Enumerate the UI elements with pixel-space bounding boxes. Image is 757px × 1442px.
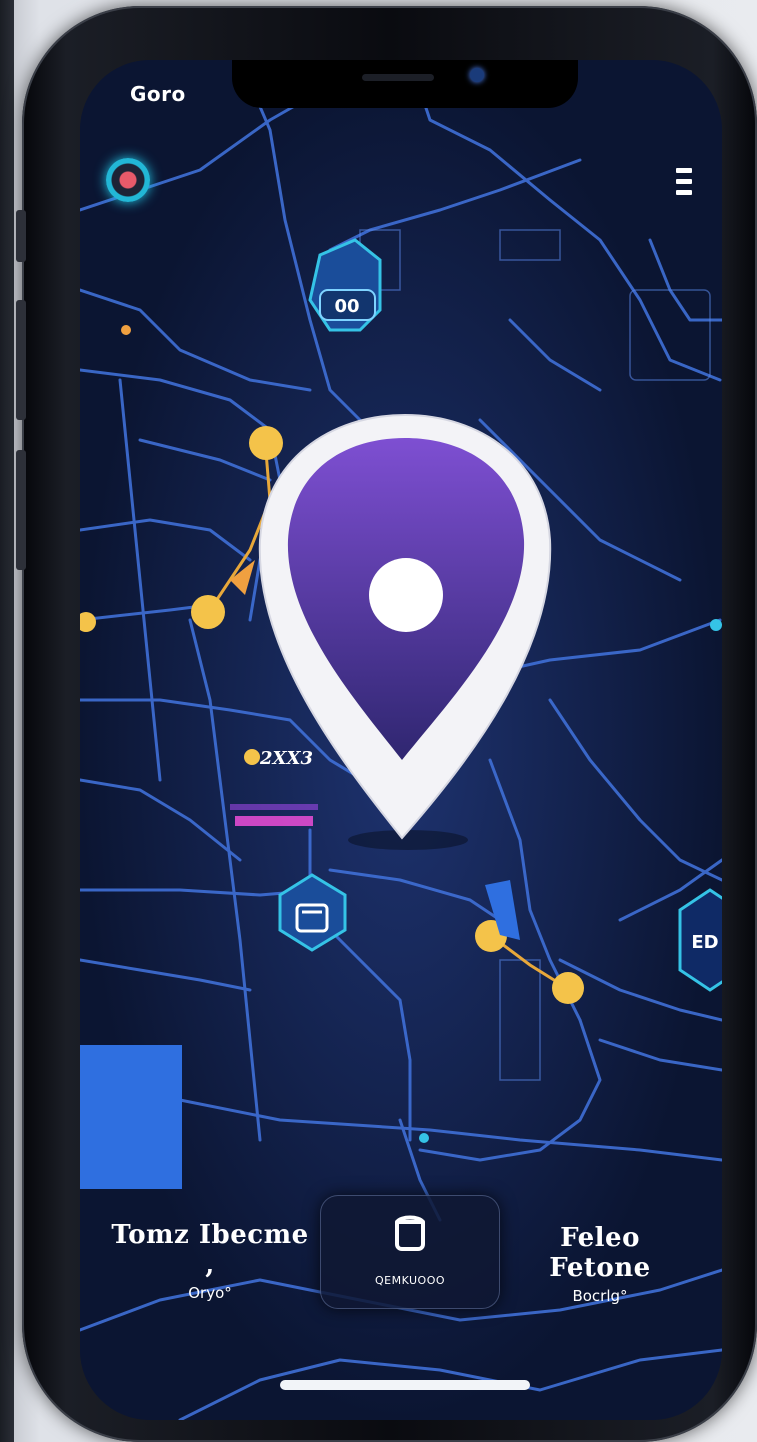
notch	[232, 60, 578, 108]
speaker-grille	[362, 74, 434, 81]
highlight-area	[80, 1045, 182, 1189]
status-time: Goro	[130, 82, 186, 106]
waypoint[interactable]	[191, 595, 225, 629]
route-highlight	[235, 816, 313, 826]
route-highlight-2	[230, 804, 318, 810]
phone-screen: 00 ED 2XX3 Goro Tomz Ibecme , Oryo° QEMK…	[80, 60, 722, 1420]
center-action-label: QEMKUOOO	[374, 1274, 446, 1287]
front-camera	[470, 68, 484, 82]
home-icon	[395, 1215, 425, 1251]
left-info-title: Tomz Ibecme ,	[111, 1220, 309, 1280]
poi-marker-right[interactable]: ED	[678, 888, 722, 992]
map-dot	[710, 619, 722, 631]
waypoint[interactable]	[552, 972, 584, 1004]
pin-center-dot	[369, 558, 443, 632]
profile-avatar-icon[interactable]	[106, 158, 150, 202]
waypoint[interactable]	[249, 426, 283, 460]
center-action-card[interactable]: QEMKUOOO	[320, 1195, 500, 1309]
right-info-title: Feleo Fetone	[549, 1223, 651, 1283]
right-info[interactable]: Feleo Fetone Bocrlg°	[510, 1223, 690, 1305]
poi-marker-right-label: ED	[691, 932, 718, 953]
waypoint	[121, 325, 131, 335]
volume-up-button	[16, 300, 26, 420]
side-button	[16, 210, 26, 262]
waypoint[interactable]	[244, 749, 260, 765]
volume-down-button	[16, 450, 26, 570]
left-info-sub: Oryo°	[188, 1284, 232, 1302]
menu-icon[interactable]	[676, 168, 692, 198]
left-info[interactable]: Tomz Ibecme , Oryo°	[110, 1220, 310, 1302]
poi-marker-top-label: 00	[334, 296, 359, 317]
home-indicator[interactable]	[280, 1380, 530, 1390]
distance-label: 2XX3	[259, 748, 313, 769]
right-info-sub: Bocrlg°	[572, 1287, 628, 1305]
poi-marker-top[interactable]: 00	[308, 238, 382, 332]
map-dot	[419, 1133, 429, 1143]
